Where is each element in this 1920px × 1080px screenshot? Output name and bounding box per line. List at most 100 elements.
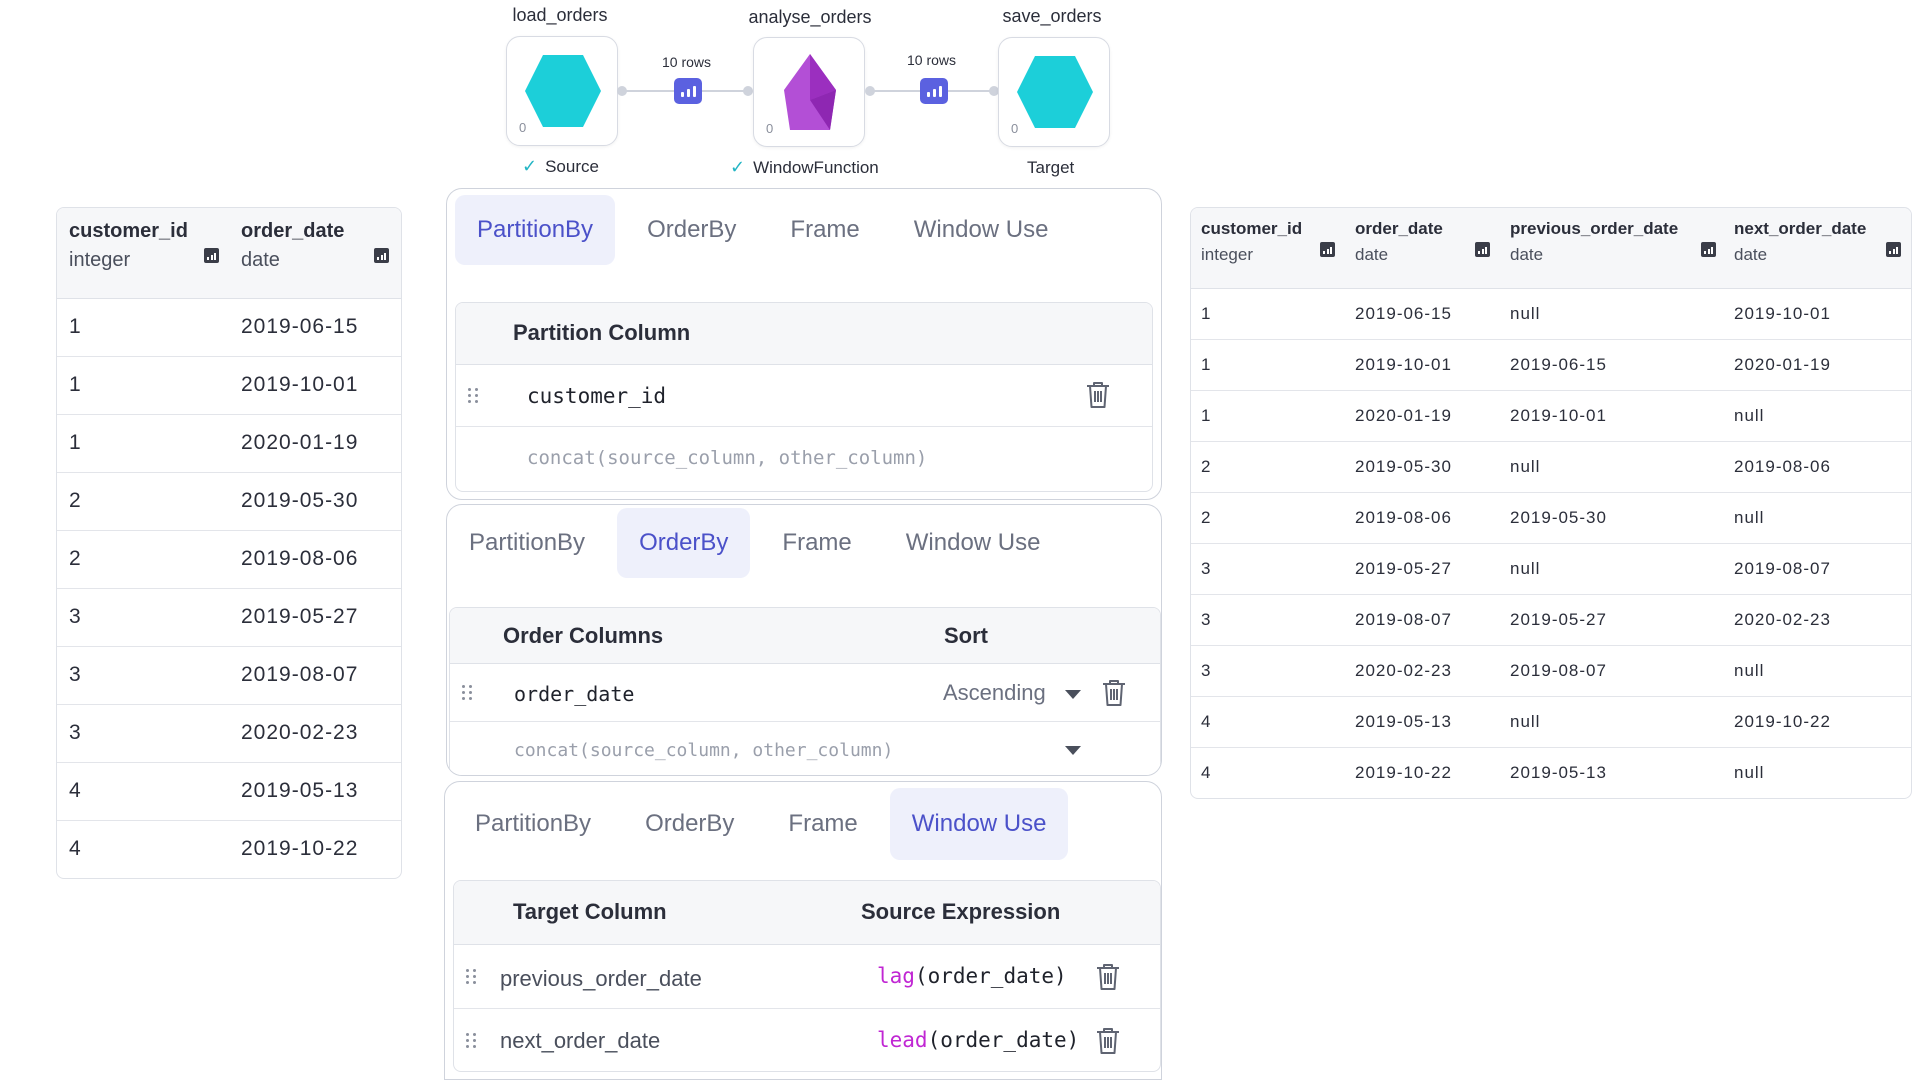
column-name: customer_id: [69, 220, 188, 242]
new-order-column-row[interactable]: concat(source_column, other_column): [450, 722, 1160, 775]
tab-bar: PartitionBy OrderBy Frame Window Use: [455, 195, 1153, 265]
source-expression[interactable]: lead(order_date): [877, 1028, 1079, 1052]
chevron-down-icon[interactable]: [1065, 690, 1081, 699]
edge-end-dot: [743, 86, 753, 96]
data-preview-button[interactable]: [920, 78, 948, 104]
table-cell: null: [1500, 543, 1724, 595]
hexagon-icon: [525, 55, 601, 127]
table-cell: 1: [57, 356, 229, 415]
table-cell: 2: [57, 530, 229, 589]
column-header-order-date[interactable]: order_date date: [229, 208, 401, 299]
tab-window-use[interactable]: Window Use: [889, 788, 1069, 860]
order-column-row[interactable]: order_date Ascending: [450, 664, 1160, 722]
trash-icon[interactable]: [1085, 381, 1111, 409]
column-stats-icon[interactable]: [374, 248, 389, 263]
node-load-orders[interactable]: 0: [506, 36, 618, 146]
header-target-column: Target Column: [513, 899, 667, 924]
table-cell: 2: [57, 472, 229, 531]
new-partition-column-row[interactable]: concat(source_column, other_column): [456, 427, 1152, 489]
column-stats-icon[interactable]: [204, 248, 219, 263]
trash-icon[interactable]: [1095, 963, 1121, 991]
order-column-placeholder[interactable]: concat(source_column, other_column): [514, 740, 893, 761]
table-row: 2 2019-05-30 null 2019-08-06: [1191, 441, 1911, 493]
table-cell: 2: [1191, 492, 1345, 544]
drag-handle-icon[interactable]: [466, 969, 476, 985]
window-use-row[interactable]: previous_order_date lag(order_date): [454, 945, 1160, 1009]
column-name: next_order_date: [1734, 219, 1867, 238]
tab-window-use[interactable]: Window Use: [892, 195, 1071, 265]
tab-partitionby[interactable]: PartitionBy: [455, 195, 616, 265]
table-cell: 2019-10-01: [1500, 390, 1724, 442]
column-type: date: [1734, 245, 1768, 264]
table-row: 3 2019-05-27 null 2019-08-07: [1191, 543, 1911, 595]
tab-frame[interactable]: Frame: [768, 195, 881, 265]
sort-select[interactable]: Ascending: [943, 680, 1046, 706]
partition-by-panel: PartitionBy OrderBy Frame Window Use Par…: [446, 188, 1162, 500]
trash-icon[interactable]: [1095, 1027, 1121, 1055]
chevron-down-icon[interactable]: [1065, 746, 1081, 755]
drag-handle-icon[interactable]: [468, 388, 478, 404]
order-column-expression[interactable]: order_date: [514, 682, 634, 706]
source-expression[interactable]: lag(order_date): [877, 964, 1067, 988]
column-type: integer: [1201, 245, 1253, 264]
column-header-previous-order-date[interactable]: previous_order_date date: [1500, 208, 1724, 289]
tab-frame[interactable]: Frame: [766, 788, 879, 860]
table-cell: 2019-06-15: [229, 298, 401, 357]
table-cell: 2019-08-07: [1724, 543, 1911, 595]
column-header-order-date[interactable]: order_date date: [1345, 208, 1500, 289]
column-name: customer_id: [1201, 219, 1303, 238]
column-type: date: [241, 249, 280, 271]
column-stats-icon[interactable]: [1701, 242, 1716, 257]
window-use-row[interactable]: next_order_date lead(order_date): [454, 1009, 1160, 1071]
tab-partitionby[interactable]: PartitionBy: [453, 788, 613, 860]
table-row: 2 2019-05-30: [57, 472, 401, 531]
tab-frame[interactable]: Frame: [760, 508, 873, 578]
table-cell: 1: [57, 414, 229, 473]
drag-handle-icon[interactable]: [466, 1033, 476, 1049]
table-cell: 2020-02-23: [1345, 645, 1500, 697]
tab-bar: PartitionBy OrderBy Frame Window Use: [453, 788, 1153, 860]
tab-orderby[interactable]: OrderBy: [623, 788, 756, 860]
tab-orderby[interactable]: OrderBy: [617, 508, 751, 578]
node-save-orders[interactable]: 0: [998, 37, 1110, 147]
table-row: 1 2019-10-01: [57, 356, 401, 415]
table-cell: null: [1500, 288, 1724, 340]
table-row: 3 2019-05-27: [57, 588, 401, 647]
column-stats-icon[interactable]: [1475, 242, 1490, 257]
function-argument: (order_date): [914, 964, 1067, 988]
output-data-table: customer_id integer order_date date prev…: [1190, 207, 1912, 799]
node-title-load-orders: load_orders: [512, 5, 608, 25]
column-header-customer-id[interactable]: customer_id integer: [57, 208, 229, 299]
table-cell: null: [1500, 696, 1724, 748]
partition-column-expression[interactable]: customer_id: [527, 384, 666, 408]
partition-columns-table: Partition Column customer_id concat(sour…: [455, 302, 1153, 492]
partition-column-placeholder[interactable]: concat(source_column, other_column): [527, 447, 927, 469]
table-header-row: customer_id integer order_date date: [57, 208, 401, 299]
column-type: date: [1510, 245, 1544, 264]
column-stats-icon[interactable]: [1320, 242, 1335, 257]
column-header-customer-id[interactable]: customer_id integer: [1191, 208, 1345, 289]
table-cell: 2019-05-27: [1500, 594, 1724, 646]
input-data-table: customer_id integer order_date date 1 201…: [56, 207, 402, 879]
drag-handle-icon[interactable]: [462, 685, 472, 701]
tab-window-use[interactable]: Window Use: [884, 508, 1063, 578]
column-stats-icon[interactable]: [1886, 242, 1901, 257]
node-analyse-orders[interactable]: 0: [753, 37, 865, 147]
table-row: 4 2019-10-22 2019-05-13 null: [1191, 747, 1911, 798]
table-cell: 2019-08-06: [1724, 441, 1911, 493]
target-column-name[interactable]: next_order_date: [500, 1028, 660, 1054]
table-cell: 2019-08-07: [1500, 645, 1724, 697]
data-preview-button[interactable]: [674, 78, 702, 104]
column-header-next-order-date[interactable]: next_order_date date: [1724, 208, 1911, 289]
partition-column-row[interactable]: customer_id: [456, 365, 1152, 427]
node-label-windowfunction: ✓ WindowFunction: [730, 157, 879, 178]
trash-icon[interactable]: [1101, 679, 1127, 707]
order-by-panel: PartitionBy OrderBy Frame Window Use Ord…: [446, 504, 1162, 776]
edge-start-dot: [865, 86, 875, 96]
partition-columns-header: Partition Column: [456, 303, 1152, 365]
column-type: integer: [69, 249, 131, 271]
target-column-name[interactable]: previous_order_date: [500, 966, 702, 992]
tab-orderby[interactable]: OrderBy: [625, 195, 758, 265]
gem-icon: [784, 54, 836, 130]
tab-partitionby[interactable]: PartitionBy: [447, 508, 607, 578]
